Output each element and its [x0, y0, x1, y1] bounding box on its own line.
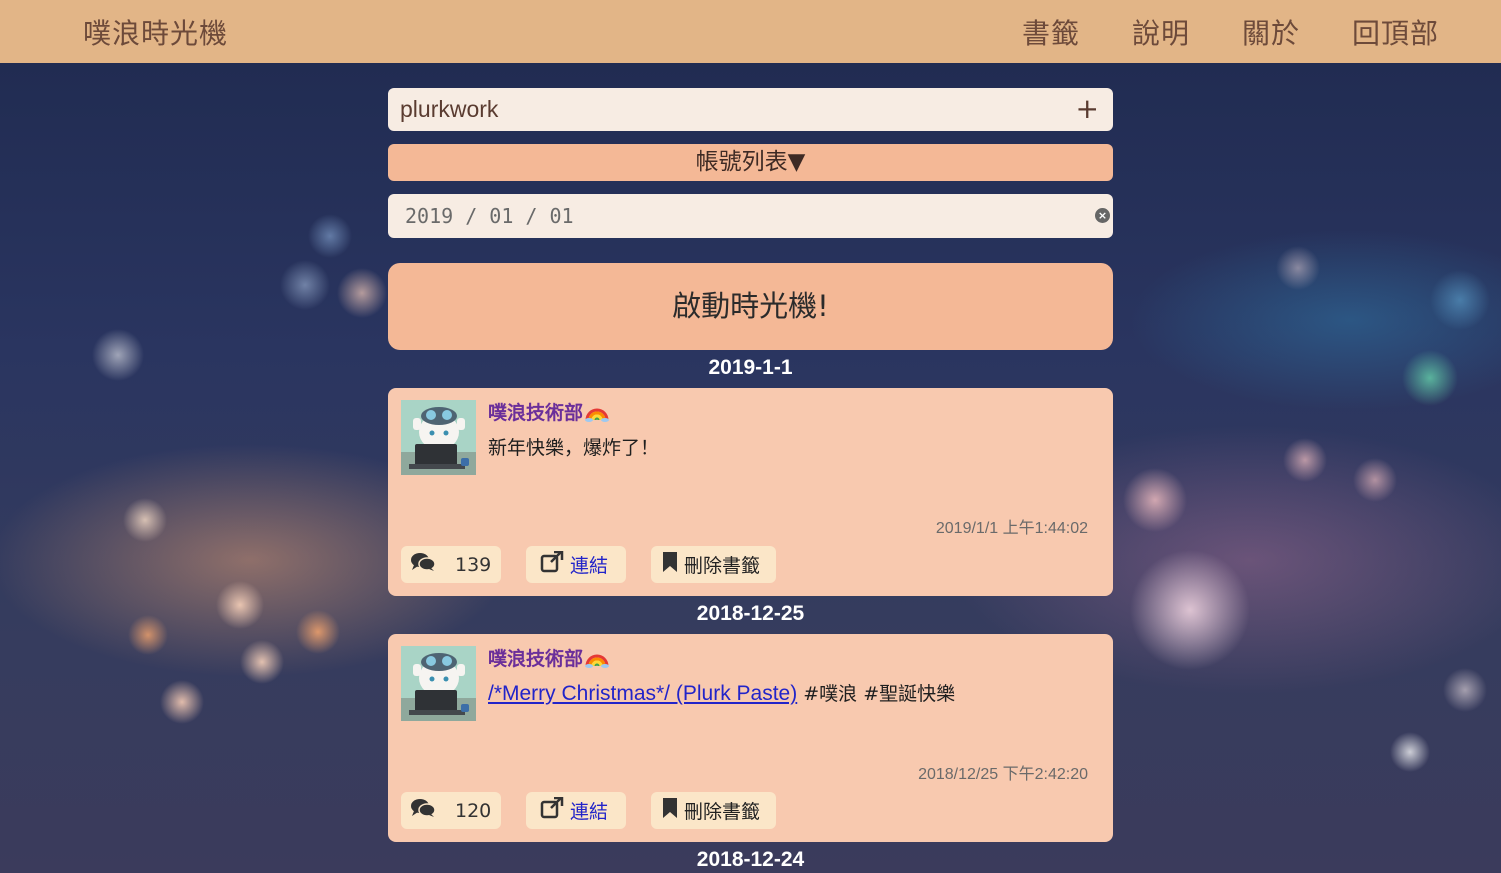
date-heading: 2018-12-25: [696, 602, 805, 625]
timestamp: 2018/12/25 下午2:42:20: [918, 766, 1088, 783]
account-list-dropdown[interactable]: 帳號列表▼: [388, 144, 1113, 181]
responses-button[interactable]: 139: [401, 546, 501, 583]
nav-back-to-top[interactable]: 回頂部: [1352, 12, 1439, 52]
open-link-button[interactable]: 連結: [526, 792, 626, 829]
response-count: 139: [455, 553, 492, 576]
comments-icon: [411, 798, 436, 823]
responses-button[interactable]: 120: [401, 792, 501, 829]
bookmark-icon: [662, 551, 678, 578]
date-heading: 2019-1-1: [708, 356, 793, 379]
author-label: 噗浪技術部: [488, 648, 584, 670]
bookmark-icon: [662, 797, 678, 824]
launch-time-machine-button[interactable]: 啟動時光機!: [388, 263, 1113, 350]
plurk-card: 噗浪技術部 /*Merry Christmas*/ (Plurk Paste) …: [388, 634, 1113, 842]
date-input[interactable]: 2019 / 01 / 01 ×: [388, 194, 1113, 238]
external-link-icon: [540, 796, 564, 824]
top-navbar: 噗浪時光機 書籤 說明 關於 回頂部: [0, 0, 1501, 63]
nav-help[interactable]: 說明: [1132, 12, 1190, 52]
date-heading: 2018-12-24: [696, 848, 805, 871]
bookmark-label: 刪除書籤: [684, 801, 761, 823]
author-label: 噗浪技術部: [488, 402, 584, 424]
plurk-content: 新年快樂，爆炸了！: [488, 437, 660, 459]
remove-bookmark-button[interactable]: 刪除書籤: [651, 546, 776, 583]
response-count: 120: [455, 799, 492, 822]
account-input[interactable]: [400, 94, 1050, 124]
hashtags: #噗浪 #聖誕快樂: [797, 683, 956, 705]
open-link-button[interactable]: 連結: [526, 546, 626, 583]
bookmark-label: 刪除書籤: [684, 555, 761, 577]
plurk-paste-link[interactable]: /*Merry Christmas*/ (Plurk Paste): [488, 682, 797, 705]
rainbow-icon: [585, 400, 610, 427]
external-link-icon: [540, 550, 564, 578]
date-value: 2019 / 01 / 01: [405, 204, 574, 228]
plurk-content: /*Merry Christmas*/ (Plurk Paste) #噗浪 #聖…: [488, 679, 955, 706]
timestamp: 2019/1/1 上午1:44:02: [935, 520, 1088, 537]
plus-icon[interactable]: +: [1076, 94, 1099, 124]
avatar[interactable]: [401, 646, 476, 721]
remove-bookmark-button[interactable]: 刪除書籤: [651, 792, 776, 829]
comments-icon: [411, 552, 436, 577]
rainbow-icon: [585, 646, 610, 673]
nav-bookmarks[interactable]: 書籤: [1022, 12, 1080, 52]
nav-about[interactable]: 關於: [1242, 12, 1300, 52]
site-brand[interactable]: 噗浪時光機: [83, 12, 228, 52]
avatar[interactable]: [401, 400, 476, 475]
plurk-card: 噗浪技術部 新年快樂，爆炸了！ 2019/1/1 上午1:44:02 139 連…: [388, 388, 1113, 596]
nav-menu: 書籤 說明 關於 回頂部: [1022, 12, 1439, 52]
author-name[interactable]: 噗浪技術部: [488, 398, 610, 427]
link-label: 連結: [570, 801, 609, 823]
account-input-box: +: [388, 88, 1113, 131]
clear-icon[interactable]: ×: [1095, 208, 1110, 223]
link-label: 連結: [570, 555, 609, 577]
author-name[interactable]: 噗浪技術部: [488, 644, 610, 673]
